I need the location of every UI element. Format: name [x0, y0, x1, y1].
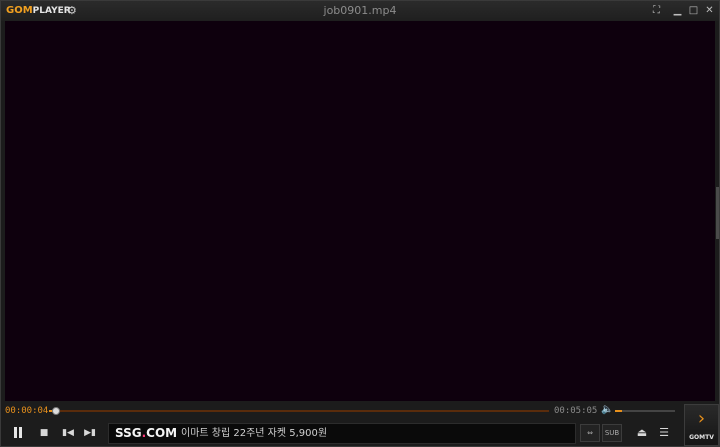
pause-icon: [14, 427, 17, 438]
maximize-icon[interactable]: □: [687, 4, 700, 17]
seek-thumb[interactable]: [51, 407, 60, 415]
eject-button[interactable]: ⏏: [633, 424, 651, 442]
window-title: job0901.mp4: [323, 4, 397, 17]
seek-bar[interactable]: [49, 407, 549, 415]
volume-icon[interactable]: 🔈: [601, 404, 613, 416]
current-time: 00:00:04: [5, 406, 49, 416]
next-button[interactable]: ▶▮: [81, 424, 99, 442]
gomtv-button[interactable]: › GOMTV: [684, 404, 719, 446]
side-panel-handle[interactable]: [716, 187, 719, 239]
seek-row: 00:00:04 00:05:05 🔈: [1, 401, 719, 419]
total-time: 00:05:05: [554, 406, 598, 416]
previous-button[interactable]: ▮◀: [59, 424, 77, 442]
player-window: GOMPLAYER ⚙ job0901.mp4 ⛶ ▁ □ ✕ 00:00:04…: [0, 0, 720, 447]
ad-brand: SSG.COM: [115, 426, 178, 440]
chevron-right-icon: ›: [697, 408, 706, 429]
resize-icon: ⇔: [587, 429, 593, 437]
volume-fill: [615, 410, 623, 412]
menu-button[interactable]: ☰: [655, 424, 673, 442]
eject-icon: ⏏: [636, 426, 648, 439]
fullscreen-icon[interactable]: ⛶: [650, 4, 663, 17]
menu-icon: ☰: [659, 426, 669, 439]
skip-forward-icon: ▶▮: [84, 428, 96, 438]
subtitle-button[interactable]: SUB: [602, 424, 622, 442]
gomtv-label: GOMTV: [689, 434, 714, 441]
video-area[interactable]: [5, 21, 715, 401]
close-icon[interactable]: ✕: [703, 4, 716, 17]
ad-text: 이마트 창립 22주년 자켓 5,900원: [181, 428, 328, 439]
ad-banner[interactable]: SSG.COM 이마트 창립 22주년 자켓 5,900원: [108, 423, 576, 444]
volume-slider[interactable]: [615, 410, 675, 412]
minimize-icon[interactable]: ▁: [671, 4, 684, 17]
pause-button[interactable]: [9, 424, 27, 442]
skip-back-icon: ▮◀: [62, 428, 74, 438]
stop-icon: ■: [39, 428, 49, 438]
screen-ratio-button[interactable]: ⇔: [580, 424, 600, 442]
title-bar[interactable]: GOMPLAYER ⚙ job0901.mp4 ⛶ ▁ □ ✕: [1, 1, 719, 21]
control-bar: ■ ▮◀ ▶▮ SSG.COM 이마트 창립 22주년 자켓 5,900원 ⇔ …: [1, 419, 719, 446]
stop-button[interactable]: ■: [35, 424, 53, 442]
